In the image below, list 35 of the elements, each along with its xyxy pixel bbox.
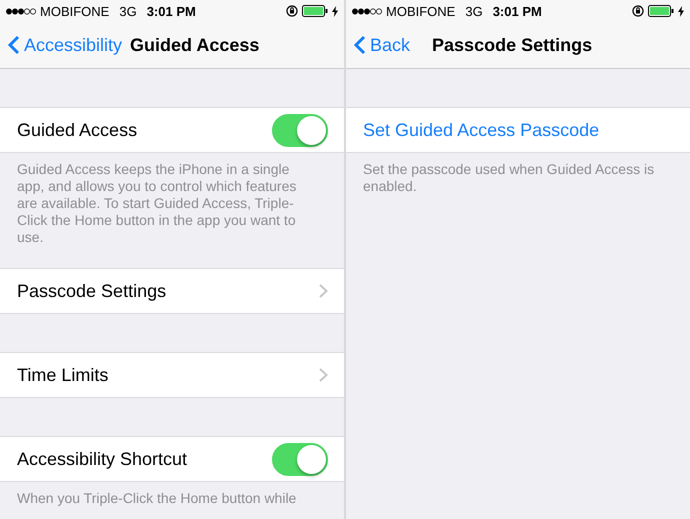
action-link[interactable]: Set Guided Access Passcode xyxy=(363,120,674,140)
carrier-name: MOBIFONE xyxy=(386,4,456,18)
back-button[interactable]: Accessibility xyxy=(8,34,122,56)
back-chevron-icon xyxy=(8,35,20,55)
network-type: 3G xyxy=(465,4,483,18)
nav-title: Passcode Settings xyxy=(432,34,592,56)
chevron-icon xyxy=(319,368,328,382)
settings-row[interactable]: Time Limits xyxy=(0,352,344,398)
settings-row[interactable]: Passcode Settings xyxy=(0,268,344,314)
row-label: Guided Access xyxy=(17,120,138,140)
status-time: 3:01 PM xyxy=(146,4,196,18)
toggle-switch[interactable] xyxy=(272,442,328,476)
back-button[interactable]: Back xyxy=(354,34,410,56)
row-label: Passcode Settings xyxy=(17,280,168,302)
rotation-lock-icon xyxy=(286,5,298,17)
status-time: 3:01 PM xyxy=(492,4,542,18)
nav-title: Guided Access xyxy=(130,34,260,56)
settings-row[interactable]: Set Guided Access Passcode xyxy=(346,107,690,153)
rotation-lock-icon xyxy=(632,5,644,17)
row-label: Time Limits xyxy=(17,364,110,386)
toggle-switch[interactable] xyxy=(272,114,328,146)
carrier-name: MOBIFONE xyxy=(40,4,110,18)
settings-row[interactable]: Accessibility Shortcut xyxy=(0,436,344,482)
settings-row[interactable]: Guided Access xyxy=(0,107,344,153)
chevron-icon xyxy=(319,284,328,298)
row-label: Accessibility Shortcut xyxy=(17,448,188,470)
network-type: 3G xyxy=(119,4,137,18)
signal-icon xyxy=(352,8,382,14)
battery-icon xyxy=(648,5,674,17)
footer-text: Guided Access keeps the iPhone in a single app, and allows you to control which features are available. To start Guided Access, Triple-Click the Home button in the app you want to use. xyxy=(16,160,298,247)
battery-icon xyxy=(302,5,328,17)
footer-text: Set the passcode used when Guided Access is enabled. xyxy=(362,160,656,196)
back-chevron-icon xyxy=(354,35,366,55)
signal-icon xyxy=(6,8,36,14)
footer-text: When you Triple-Click the Home button while xyxy=(16,489,298,508)
